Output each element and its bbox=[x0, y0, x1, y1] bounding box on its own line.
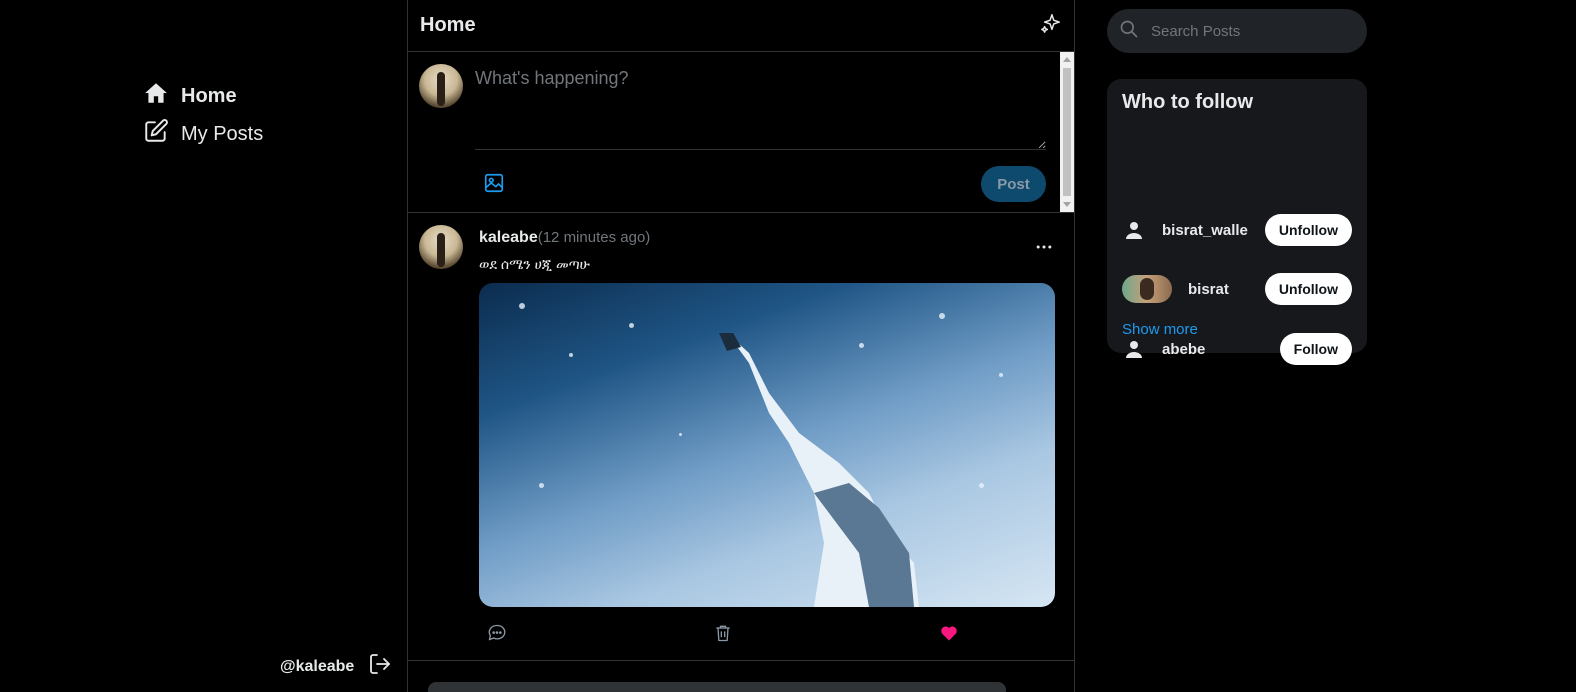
post-image[interactable] bbox=[479, 283, 1055, 607]
post-actions bbox=[487, 623, 959, 648]
user-icon bbox=[1122, 337, 1146, 361]
post-button[interactable]: Post bbox=[981, 166, 1046, 202]
post-timestamp: (12 minutes ago) bbox=[537, 229, 651, 246]
next-post-card[interactable] bbox=[428, 682, 1006, 692]
scrollbar-thumb[interactable] bbox=[1063, 68, 1071, 196]
composer-scrollbar[interactable] bbox=[1060, 52, 1074, 212]
heart-icon[interactable] bbox=[939, 623, 959, 648]
post-composer: Post bbox=[408, 52, 1074, 213]
suggestion-username[interactable]: bisrat_walle bbox=[1162, 222, 1248, 239]
post-card[interactable]: kaleabe(12 minutes ago) ወደ ሰሜን ሀጂ መጣሁ bbox=[408, 213, 1074, 661]
follow-suggestion[interactable]: bisrat Unfollow bbox=[1122, 271, 1352, 307]
post-header: kaleabe(12 minutes ago) bbox=[479, 229, 650, 247]
more-options-icon[interactable] bbox=[1034, 237, 1054, 257]
home-icon bbox=[143, 80, 169, 112]
who-to-follow-panel: Who to follow bisrat_walle Unfollow bisr… bbox=[1107, 79, 1367, 365]
trash-icon[interactable] bbox=[713, 623, 733, 648]
avatar[interactable] bbox=[419, 225, 463, 269]
left-navigation: Home My Posts @kaleabe bbox=[0, 0, 408, 692]
scroll-down-icon[interactable] bbox=[1063, 202, 1071, 207]
search-input[interactable] bbox=[1151, 22, 1341, 40]
suggestion-username[interactable]: bisrat bbox=[1188, 281, 1229, 298]
logout-icon[interactable] bbox=[368, 652, 392, 681]
compose-input[interactable] bbox=[475, 62, 1046, 150]
search-bar[interactable] bbox=[1107, 9, 1367, 53]
avatar bbox=[1122, 275, 1172, 303]
comment-icon[interactable] bbox=[487, 623, 507, 648]
unfollow-button[interactable]: Unfollow bbox=[1264, 214, 1352, 246]
post-text: ወደ ሰሜን ሀጂ መጣሁ bbox=[479, 256, 591, 272]
edit-icon bbox=[143, 118, 169, 150]
user-icon bbox=[1122, 218, 1146, 242]
who-to-follow-title: Who to follow bbox=[1122, 91, 1254, 113]
search-icon bbox=[1119, 19, 1139, 44]
wolf-image bbox=[719, 333, 919, 607]
nav-home-label: Home bbox=[181, 84, 237, 107]
follow-suggestion[interactable]: bisrat_walle Unfollow bbox=[1122, 212, 1352, 248]
nav-home[interactable]: Home bbox=[143, 80, 237, 112]
feed-header: Home bbox=[408, 0, 1074, 52]
show-more-link[interactable]: Show more bbox=[1122, 321, 1198, 338]
account-handle: @kaleabe bbox=[280, 657, 355, 675]
suggestion-username[interactable]: abebe bbox=[1162, 341, 1205, 358]
follow-button[interactable]: Follow bbox=[1279, 333, 1352, 365]
sparkle-icon[interactable] bbox=[1040, 12, 1062, 39]
account-switcher[interactable]: @kaleabe bbox=[280, 652, 392, 681]
main-feed: Home Post kaleabe(12 minutes ago) ወደ ሰሜን… bbox=[407, 0, 1075, 692]
image-icon[interactable] bbox=[483, 172, 505, 194]
scroll-up-icon[interactable] bbox=[1063, 57, 1071, 62]
nav-my-posts[interactable]: My Posts bbox=[143, 118, 263, 150]
nav-my-posts-label: My Posts bbox=[181, 122, 264, 145]
page-title: Home bbox=[420, 14, 476, 36]
avatar bbox=[419, 64, 463, 108]
unfollow-button[interactable]: Unfollow bbox=[1264, 273, 1352, 305]
post-username[interactable]: kaleabe bbox=[479, 229, 538, 246]
